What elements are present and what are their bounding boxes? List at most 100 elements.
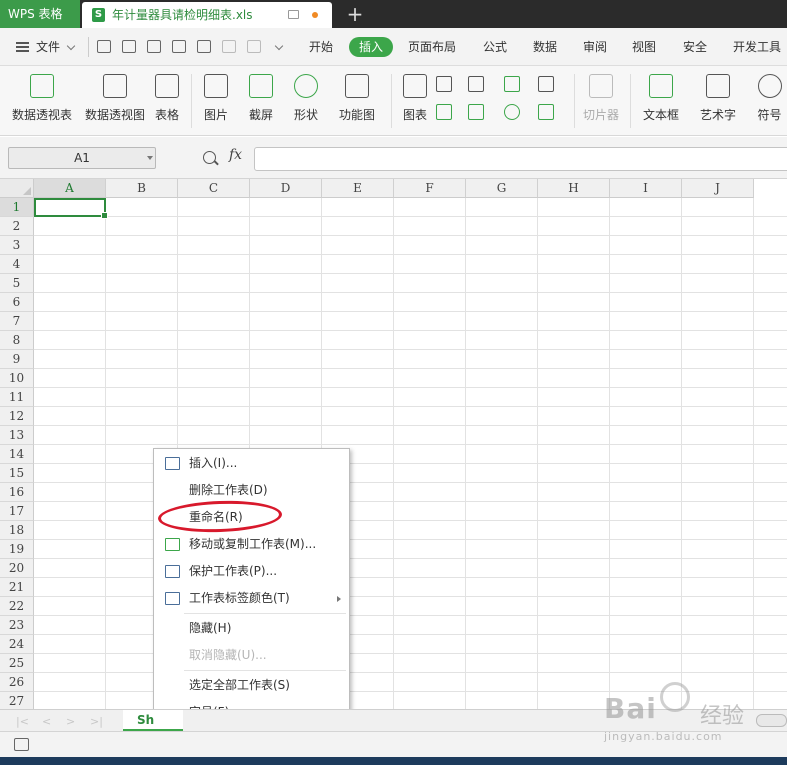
menu-item-rename[interactable]: 重命名(R) bbox=[154, 504, 349, 531]
menu-item-move-copy[interactable]: 移动或复制工作表(M)... bbox=[154, 531, 349, 558]
row-header[interactable]: 9 bbox=[0, 350, 34, 369]
row-header[interactable]: 21 bbox=[0, 578, 34, 597]
menu-item-tab-color[interactable]: 工作表标签颜色(T) bbox=[154, 585, 349, 612]
function-chart-button[interactable]: 功能图 bbox=[332, 66, 382, 136]
spreadsheet-grid[interactable]: A B C D E F G H I J 1 2 3 4 5 6 7 8 9 10 11 12 13 14 15 16 17 18 19 2… bbox=[0, 179, 787, 709]
row-header[interactable]: 24 bbox=[0, 635, 34, 654]
row-header[interactable]: 18 bbox=[0, 521, 34, 540]
symbol-button[interactable]: 符号 bbox=[752, 66, 787, 136]
zoom-icon[interactable] bbox=[203, 151, 216, 164]
document-tab[interactable]: S 年计量器具请检明细表.xls bbox=[82, 2, 332, 28]
open-folder-icon[interactable] bbox=[97, 40, 111, 53]
menu-item-delete-sheet[interactable]: 删除工作表(D) bbox=[154, 477, 349, 504]
row-header[interactable]: 11 bbox=[0, 388, 34, 407]
formula-input[interactable] bbox=[254, 147, 787, 171]
wordart-button[interactable]: 艺术字 bbox=[694, 66, 742, 136]
column-header[interactable]: B bbox=[106, 179, 178, 198]
row-header[interactable]: 26 bbox=[0, 673, 34, 692]
last-sheet-icon[interactable]: >| bbox=[90, 715, 103, 728]
row-header[interactable]: 13 bbox=[0, 426, 34, 445]
textbox-button[interactable]: 文本框 bbox=[636, 66, 686, 136]
save-icon[interactable] bbox=[122, 40, 136, 53]
pivot-chart-button[interactable]: 数据透视图 bbox=[82, 66, 148, 136]
radar-chart-icon[interactable] bbox=[538, 76, 554, 92]
menu-item-hide[interactable]: 隐藏(H) bbox=[154, 615, 349, 642]
column-header[interactable]: G bbox=[466, 179, 538, 198]
chevron-down-icon[interactable] bbox=[147, 156, 153, 160]
menu-tab-page-layout[interactable]: 页面布局 bbox=[408, 28, 456, 66]
column-header[interactable]: H bbox=[538, 179, 610, 198]
row-header[interactable]: 1 bbox=[0, 198, 34, 217]
menu-tab-formulas[interactable]: 公式 bbox=[483, 28, 507, 66]
print-icon[interactable] bbox=[172, 40, 186, 53]
slicer-button[interactable]: 切片器 bbox=[580, 66, 622, 136]
column-header[interactable]: J bbox=[682, 179, 754, 198]
shapes-button[interactable]: 形状 bbox=[286, 66, 326, 136]
hamburger-icon[interactable] bbox=[16, 42, 29, 52]
app-tab[interactable]: WPS 表格 bbox=[0, 0, 80, 28]
picture-button[interactable]: 图片 bbox=[196, 66, 236, 136]
row-header[interactable]: 16 bbox=[0, 483, 34, 502]
row-header[interactable]: 8 bbox=[0, 331, 34, 350]
next-sheet-icon[interactable]: > bbox=[66, 715, 75, 728]
row-header[interactable]: 6 bbox=[0, 293, 34, 312]
column-chart-icon[interactable] bbox=[436, 76, 452, 92]
row-header[interactable]: 19 bbox=[0, 540, 34, 559]
row-header[interactable]: 20 bbox=[0, 559, 34, 578]
row-header[interactable]: 22 bbox=[0, 597, 34, 616]
chart-button[interactable]: 图表 bbox=[398, 66, 432, 136]
row-header[interactable]: 12 bbox=[0, 407, 34, 426]
sheet-tab[interactable]: Sh bbox=[123, 710, 183, 731]
pivot-table-button[interactable]: 数据透视表 bbox=[8, 66, 76, 136]
column-header[interactable]: A bbox=[34, 179, 106, 198]
print-preview-icon[interactable] bbox=[197, 40, 211, 53]
menu-item-protect-sheet[interactable]: 保护工作表(P)... bbox=[154, 558, 349, 585]
fx-icon[interactable]: fx bbox=[229, 147, 242, 163]
menu-tab-view[interactable]: 视图 bbox=[632, 28, 656, 66]
row-header[interactable]: 7 bbox=[0, 312, 34, 331]
menu-item-select-all-sheets[interactable]: 选定全部工作表(S) bbox=[154, 672, 349, 699]
name-box[interactable]: A1 bbox=[8, 147, 156, 169]
column-header[interactable]: C bbox=[178, 179, 250, 198]
table-button[interactable]: 表格 bbox=[152, 66, 182, 136]
row-header[interactable]: 2 bbox=[0, 217, 34, 236]
column-header[interactable]: I bbox=[610, 179, 682, 198]
row-header[interactable]: 15 bbox=[0, 464, 34, 483]
row-header[interactable]: 5 bbox=[0, 274, 34, 293]
menu-tab-insert[interactable]: 插入 bbox=[349, 37, 393, 57]
menu-item-insert[interactable]: 插入(I)... bbox=[154, 450, 349, 477]
first-sheet-icon[interactable]: |< bbox=[16, 715, 29, 728]
quick-access-dropdown-icon[interactable] bbox=[274, 41, 284, 51]
row-header[interactable]: 23 bbox=[0, 616, 34, 635]
row-header[interactable]: 10 bbox=[0, 369, 34, 388]
horizontal-scrollbar[interactable] bbox=[756, 714, 787, 727]
monitor-icon[interactable] bbox=[288, 10, 299, 19]
column-header[interactable]: E bbox=[322, 179, 394, 198]
menu-tab-developer[interactable]: 开发工具 bbox=[733, 28, 781, 66]
redo-icon[interactable] bbox=[247, 40, 261, 53]
row-header[interactable]: 25 bbox=[0, 654, 34, 673]
export-pdf-icon[interactable] bbox=[147, 40, 161, 53]
column-header[interactable]: F bbox=[394, 179, 466, 198]
row-header[interactable]: 14 bbox=[0, 445, 34, 464]
chevron-down-icon[interactable] bbox=[66, 41, 76, 51]
select-all-corner[interactable] bbox=[0, 179, 34, 198]
menu-tab-data[interactable]: 数据 bbox=[533, 28, 557, 66]
area-chart-icon[interactable] bbox=[436, 104, 452, 120]
bar-chart-icon[interactable] bbox=[468, 76, 484, 92]
active-cell-a1[interactable] bbox=[34, 198, 108, 219]
row-header[interactable]: 4 bbox=[0, 255, 34, 274]
row-header[interactable]: 17 bbox=[0, 502, 34, 521]
menu-file[interactable]: 文件 bbox=[36, 28, 60, 66]
screenshot-button[interactable]: 截屏 bbox=[240, 66, 282, 136]
row-header[interactable]: 3 bbox=[0, 236, 34, 255]
menu-tab-home[interactable]: 开始 bbox=[309, 28, 333, 66]
undo-icon[interactable] bbox=[222, 40, 236, 53]
line-chart-icon[interactable] bbox=[504, 76, 520, 92]
column-header[interactable]: D bbox=[250, 179, 322, 198]
prev-sheet-icon[interactable]: < bbox=[42, 715, 51, 728]
row-header[interactable]: 27 bbox=[0, 692, 34, 709]
status-macro-icon[interactable] bbox=[14, 738, 29, 751]
stock-chart-icon[interactable] bbox=[468, 104, 484, 120]
pie-chart-icon[interactable] bbox=[504, 104, 520, 120]
